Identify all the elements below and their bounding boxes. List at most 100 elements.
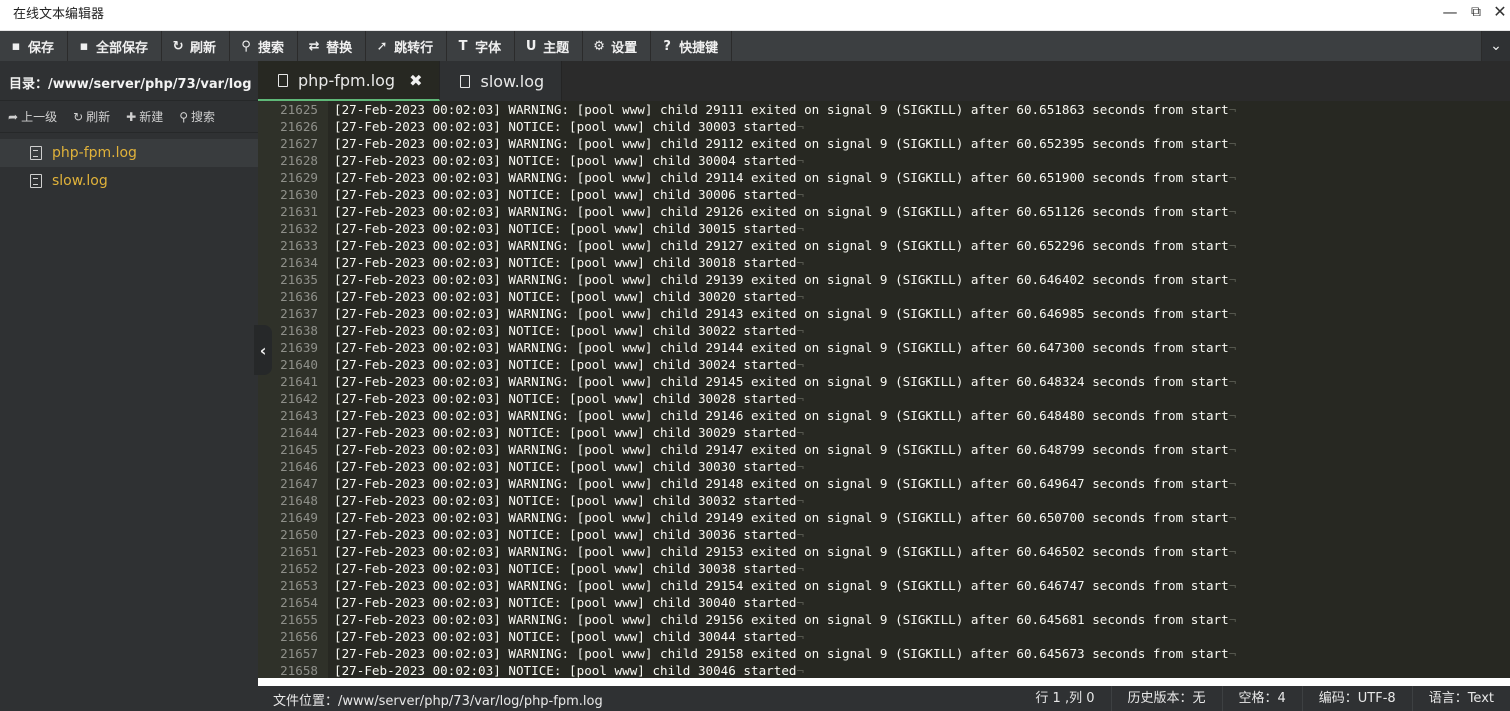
toolbar-button-label: 全部保存 — [96, 40, 149, 56]
code-line[interactable]: 21635 [27-Feb-2023 00:02:03] WARNING: [po… — [258, 271, 1510, 288]
editor-tabs: php-fpm.log ✖ slow.log — [258, 61, 1510, 101]
line-number: 21656 — [280, 629, 318, 644]
code-line[interactable]: 21625 [27-Feb-2023 00:02:03] WARNING: [po… — [258, 101, 1510, 118]
save-icon: ▪ — [11, 38, 21, 54]
line-text: [27-Feb-2023 00:02:03] NOTICE: [pool www… — [334, 662, 804, 678]
indent-setting[interactable]: 空格：4 — [1221, 686, 1302, 711]
code-line[interactable]: 21627 [27-Feb-2023 00:02:03] WARNING: [po… — [258, 135, 1510, 152]
line-text: [27-Feb-2023 00:02:03] NOTICE: [pool www… — [334, 254, 804, 271]
text-icon: T — [458, 38, 468, 54]
code-line[interactable]: 21634 [27-Feb-2023 00:02:03] NOTICE: [poo… — [258, 254, 1510, 271]
toolbar-button-8[interactable]: ⚙ 设置 — [583, 31, 652, 61]
line-number: 21631 — [280, 204, 318, 219]
code-line[interactable]: 21658 [27-Feb-2023 00:02:03] NOTICE: [poo… — [258, 662, 1510, 678]
code-line[interactable]: 21652 [27-Feb-2023 00:02:03] NOTICE: [poo… — [258, 560, 1510, 577]
language-setting[interactable]: 语言：Text — [1411, 686, 1510, 711]
line-number: 21636 — [280, 289, 318, 304]
code-line[interactable]: 21647 [27-Feb-2023 00:02:03] WARNING: [po… — [258, 475, 1510, 492]
toolbar-button-6[interactable]: T 字体 — [447, 31, 516, 61]
sidebar-tool-label: 刷新 — [86, 110, 111, 124]
toolbar-button-2[interactable]: ↻ 刷新 — [162, 31, 231, 61]
toolbar-button-9[interactable]: ? 快捷键 — [651, 31, 733, 61]
code-line[interactable]: 21640 [27-Feb-2023 00:02:03] NOTICE: [poo… — [258, 356, 1510, 373]
sidebar-tool-2[interactable]: ✚ 新建 — [126, 108, 163, 125]
toolbar-button-1[interactable]: ▪ 全部保存 — [68, 31, 163, 61]
sidebar-tool-0[interactable]: ➦ 上一级 — [8, 108, 57, 125]
sidebar-tool-1[interactable]: ↻ 刷新 — [73, 108, 110, 125]
code-line[interactable]: 21657 [27-Feb-2023 00:02:03] WARNING: [po… — [258, 645, 1510, 662]
code-line[interactable]: 21636 [27-Feb-2023 00:02:03] NOTICE: [poo… — [258, 288, 1510, 305]
toolbar-button-label: 快捷键 — [679, 40, 719, 56]
code-line[interactable]: 21650 [27-Feb-2023 00:02:03] NOTICE: [poo… — [258, 526, 1510, 543]
toolbar-button-4[interactable]: ⇄ 替换 — [298, 31, 367, 61]
minimize-icon[interactable]: — — [1439, 2, 1461, 22]
code-line[interactable]: 21626 [27-Feb-2023 00:02:03] NOTICE: [poo… — [258, 118, 1510, 135]
code-line[interactable]: 21628 [27-Feb-2023 00:02:03] NOTICE: [poo… — [258, 152, 1510, 169]
line-number: 21657 — [280, 646, 318, 661]
code-line[interactable]: 21638 [27-Feb-2023 00:02:03] NOTICE: [poo… — [258, 322, 1510, 339]
file-icon — [278, 73, 288, 87]
line-text: [27-Feb-2023 00:02:03] WARNING: [pool ww… — [334, 441, 1236, 458]
code-line[interactable]: 21632 [27-Feb-2023 00:02:03] NOTICE: [poo… — [258, 220, 1510, 237]
code-line[interactable]: 21655 [27-Feb-2023 00:02:03] WARNING: [po… — [258, 611, 1510, 628]
line-text: [27-Feb-2023 00:02:03] WARNING: [pool ww… — [334, 543, 1236, 560]
status-bar: 文件位置：/www/server/php/73/var/log/php-fpm.… — [258, 686, 1510, 711]
code-line[interactable]: 21641 [27-Feb-2023 00:02:03] WARNING: [po… — [258, 373, 1510, 390]
sidebar-tool-3[interactable]: ⚲ 搜索 — [179, 108, 215, 125]
line-number: 21649 — [280, 510, 318, 525]
code-editor[interactable]: 21625 [27-Feb-2023 00:02:03] WARNING: [po… — [258, 101, 1510, 678]
title-bar: 在线文本编辑器 — ⧉ ✕ — [0, 0, 1510, 31]
code-line[interactable]: 21633 [27-Feb-2023 00:02:03] WARNING: [po… — [258, 237, 1510, 254]
line-number: 21625 — [280, 102, 318, 117]
chevron-down-icon[interactable]: ⌄ — [1482, 31, 1510, 61]
line-number: 21653 — [280, 578, 318, 593]
code-line[interactable]: 21648 [27-Feb-2023 00:02:03] NOTICE: [poo… — [258, 492, 1510, 509]
code-line[interactable]: 21637 [27-Feb-2023 00:02:03] WARNING: [po… — [258, 305, 1510, 322]
toolbar-button-0[interactable]: ▪ 保存 — [0, 31, 69, 61]
code-line[interactable]: 21630 [27-Feb-2023 00:02:03] NOTICE: [poo… — [258, 186, 1510, 203]
close-icon[interactable]: ✕ — [1489, 2, 1510, 22]
code-line[interactable]: 21654 [27-Feb-2023 00:02:03] NOTICE: [poo… — [258, 594, 1510, 611]
code-line[interactable]: 21645 [27-Feb-2023 00:02:03] WARNING: [po… — [258, 441, 1510, 458]
tab-1[interactable]: slow.log — [440, 61, 563, 101]
gear-icon: ⚙ — [593, 38, 605, 54]
toolbar-button-5[interactable]: ➚ 跳转行 — [366, 31, 448, 61]
code-line[interactable]: 21643 [27-Feb-2023 00:02:03] WARNING: [po… — [258, 407, 1510, 424]
maximize-icon[interactable]: ⧉ — [1465, 2, 1487, 22]
line-number: 21658 — [280, 663, 318, 678]
code-line[interactable]: 21649 [27-Feb-2023 00:02:03] WARNING: [po… — [258, 509, 1510, 526]
code-line[interactable]: 21642 [27-Feb-2023 00:02:03] NOTICE: [poo… — [258, 390, 1510, 407]
magnet-icon: U — [525, 38, 537, 54]
history-version[interactable]: 历史版本：无 — [1110, 686, 1222, 711]
code-line[interactable]: 21656 [27-Feb-2023 00:02:03] NOTICE: [poo… — [258, 628, 1510, 645]
code-line[interactable]: 21629 [27-Feb-2023 00:02:03] WARNING: [po… — [258, 169, 1510, 186]
code-line[interactable]: 21653 [27-Feb-2023 00:02:03] WARNING: [po… — [258, 577, 1510, 594]
line-text: [27-Feb-2023 00:02:03] NOTICE: [pool www… — [334, 424, 804, 441]
code-line[interactable]: 21646 [27-Feb-2023 00:02:03] NOTICE: [poo… — [258, 458, 1510, 475]
directory-path: 目录：/www/server/php/73/var/log — [0, 61, 258, 101]
file-item[interactable]: slow.log — [0, 167, 258, 195]
line-number: 21644 — [280, 425, 318, 440]
code-line[interactable]: 21644 [27-Feb-2023 00:02:03] NOTICE: [poo… — [258, 424, 1510, 441]
file-list: php-fpm.log slow.log — [0, 133, 258, 195]
toolbar-button-3[interactable]: ⚲ 搜索 — [230, 31, 299, 61]
file-icon — [30, 146, 42, 160]
collapse-sidebar-handle[interactable]: ‹ — [254, 325, 272, 375]
code-line[interactable]: 21651 [27-Feb-2023 00:02:03] WARNING: [po… — [258, 543, 1510, 560]
line-text: [27-Feb-2023 00:02:03] NOTICE: [pool www… — [334, 594, 804, 611]
line-number: 21632 — [280, 221, 318, 236]
toolbar-button-7[interactable]: U 主题 — [515, 31, 584, 61]
tab-0[interactable]: php-fpm.log ✖ — [258, 61, 441, 101]
toolbar-button-label: 刷新 — [190, 40, 217, 56]
encoding-setting[interactable]: 编码：UTF-8 — [1301, 686, 1412, 711]
cursor-position[interactable]: 行 1 ,列 0 — [1019, 686, 1110, 711]
code-line[interactable]: 21639 [27-Feb-2023 00:02:03] WARNING: [po… — [258, 339, 1510, 356]
line-text: [27-Feb-2023 00:02:03] NOTICE: [pool www… — [334, 628, 804, 645]
line-number: 21629 — [280, 170, 318, 185]
line-text: [27-Feb-2023 00:02:03] WARNING: [pool ww… — [334, 135, 1236, 152]
line-number: 21654 — [280, 595, 318, 610]
close-tab-icon[interactable]: ✖ — [409, 71, 422, 90]
code-line[interactable]: 21631 [27-Feb-2023 00:02:03] WARNING: [po… — [258, 203, 1510, 220]
file-name: php-fpm.log — [52, 145, 137, 161]
file-item[interactable]: php-fpm.log — [0, 139, 258, 167]
